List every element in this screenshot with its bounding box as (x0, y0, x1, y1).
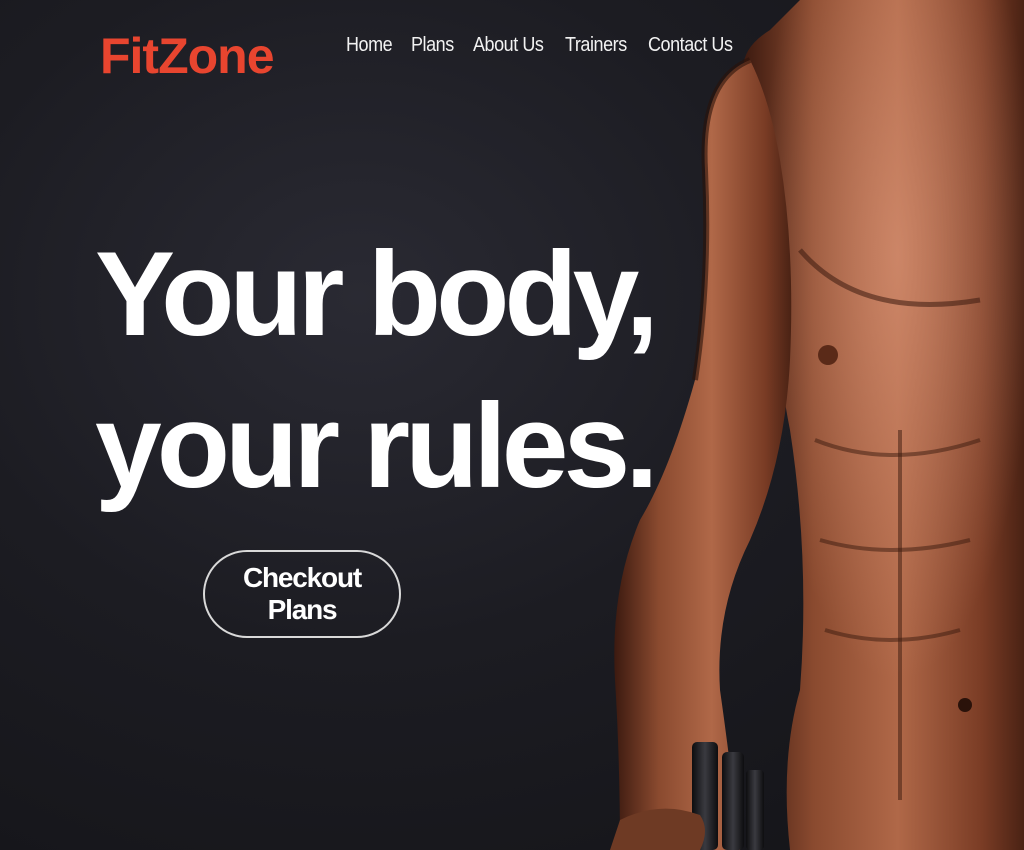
nav-item-home[interactable]: Home (346, 34, 393, 57)
nav-item-plans[interactable]: Plans (411, 34, 454, 57)
checkout-plans-button[interactable]: Checkout Plans (203, 550, 401, 638)
hero-title-line-2: your rules. (95, 379, 659, 513)
brand-logo[interactable]: FitZone (100, 18, 275, 94)
hero-title-line-1: Your body, (95, 227, 659, 361)
athlete-with-dumbbells-image (610, 0, 1024, 850)
hero-title: Your body, your rules. (95, 218, 659, 522)
nav-item-about-us[interactable]: About Us (473, 34, 544, 57)
